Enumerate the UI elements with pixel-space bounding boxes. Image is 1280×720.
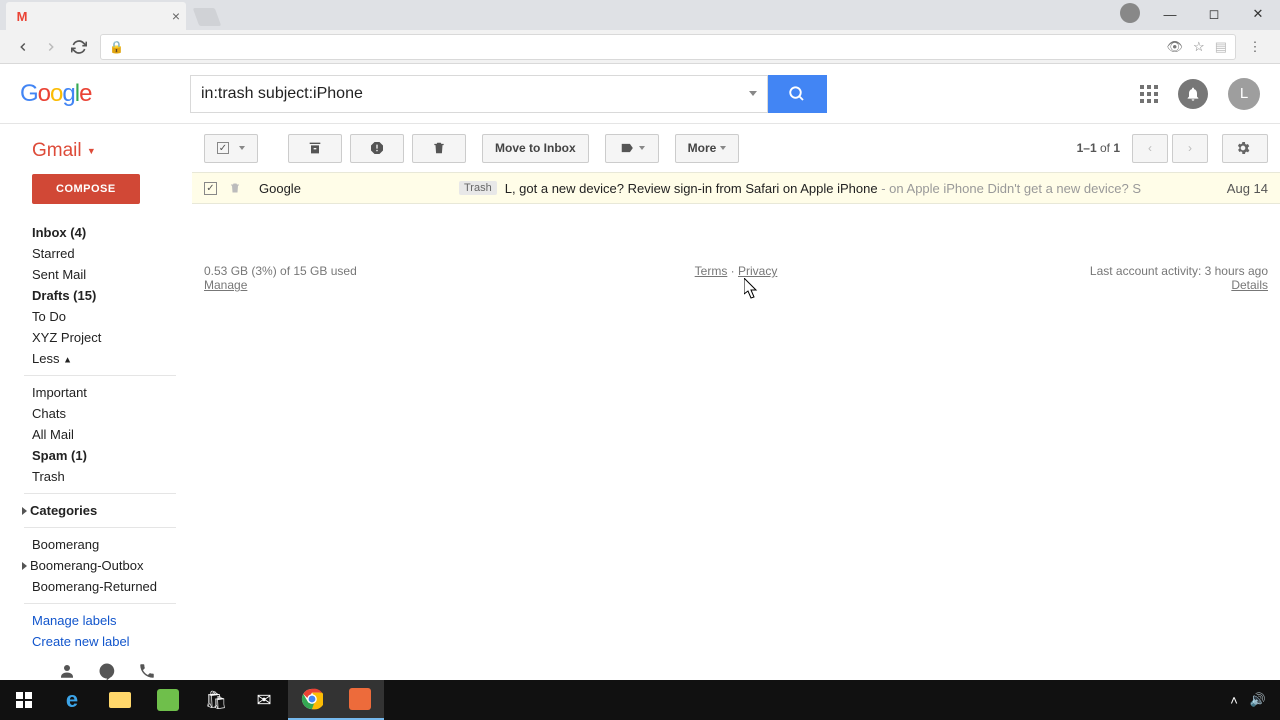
archive-button[interactable] xyxy=(288,134,342,163)
select-dropdown[interactable]: ✓ xyxy=(204,134,258,163)
tray-volume-icon[interactable]: 🔊 xyxy=(1250,692,1266,708)
nav-trash[interactable]: Trash xyxy=(0,466,192,487)
back-button[interactable] xyxy=(10,34,36,60)
browser-tab[interactable]: M × xyxy=(6,2,186,30)
trash-icon xyxy=(229,181,241,195)
nav-xyz[interactable]: XYZ Project xyxy=(0,327,192,348)
nav-boomerang[interactable]: Boomerang xyxy=(0,534,192,555)
settings-button[interactable] xyxy=(1222,134,1268,163)
pagination-text: 1–1 of 1 xyxy=(1077,141,1120,155)
nav-boomerang-returned[interactable]: Boomerang-Returned xyxy=(0,576,192,597)
terms-link[interactable]: Terms xyxy=(695,264,728,278)
subject-line: L, got a new device? Review sign-in from… xyxy=(505,181,1141,196)
trash-label: Trash xyxy=(459,181,497,195)
message-date: Aug 14 xyxy=(1215,181,1268,196)
next-page-button[interactable]: › xyxy=(1172,134,1208,163)
report-spam-button[interactable] xyxy=(350,134,404,163)
delete-button[interactable] xyxy=(412,134,466,163)
chrome-taskbar-icon[interactable] xyxy=(288,680,336,720)
manage-storage-link[interactable]: Manage xyxy=(204,278,247,292)
more-button[interactable]: More xyxy=(675,134,740,163)
browser-tabbar: M × — ◻ ✕ xyxy=(0,0,1280,30)
labels-button[interactable] xyxy=(605,134,659,163)
address-input[interactable]: 🔒 👁 ☆ ▤ xyxy=(100,34,1236,60)
gmail-dropdown[interactable]: Gmail ▼ xyxy=(0,140,192,162)
privacy-link[interactable]: Privacy xyxy=(738,264,777,278)
account-avatar[interactable]: L xyxy=(1228,78,1260,110)
nav-create-label[interactable]: Create new label xyxy=(0,631,192,652)
nav-allmail[interactable]: All Mail xyxy=(0,424,192,445)
hangouts-people-icon[interactable] xyxy=(58,662,76,680)
lock-icon: 🔒 xyxy=(109,40,124,54)
message-row[interactable]: ✓ Google Trash L, got a new device? Revi… xyxy=(192,172,1280,204)
chrome-profile-icon[interactable] xyxy=(1120,3,1140,23)
nav-manage-labels[interactable]: Manage labels xyxy=(0,610,192,631)
compose-button[interactable]: COMPOSE xyxy=(32,174,140,204)
sidebar-footer xyxy=(0,662,192,680)
browser-addressbar: 🔒 👁 ☆ ▤ ⋮ xyxy=(0,30,1280,64)
windows-taskbar: e 🛍 ✉ ˄ 🔊 xyxy=(0,680,1280,720)
star-icon[interactable]: ☆ xyxy=(1193,39,1205,55)
activity-text: Last account activity: 3 hours ago xyxy=(1090,264,1268,278)
explorer-taskbar-icon[interactable] xyxy=(96,680,144,720)
app1-taskbar-icon[interactable] xyxy=(144,680,192,720)
nav-categories[interactable]: Categories xyxy=(0,500,192,521)
reader-icon[interactable]: ▤ xyxy=(1215,39,1227,55)
start-button[interactable] xyxy=(0,680,48,720)
sender-name: Google xyxy=(259,181,459,196)
search-value: in:trash subject:iPhone xyxy=(201,85,363,103)
nav-inbox[interactable]: Inbox (4) xyxy=(0,222,192,243)
main-content: ✓ Move to Inbox More 1–1 of 1 ‹ › ✓ Goog… xyxy=(192,124,1280,718)
hangouts-chat-icon[interactable] xyxy=(98,662,116,680)
window-minimize-icon[interactable]: — xyxy=(1148,0,1192,28)
move-to-inbox-button[interactable]: Move to Inbox xyxy=(482,134,589,163)
gmail-favicon: M xyxy=(14,8,30,24)
nav-sent[interactable]: Sent Mail xyxy=(0,264,192,285)
nav-boomerang-outbox[interactable]: Boomerang-Outbox xyxy=(0,555,192,576)
nav-spam[interactable]: Spam (1) xyxy=(0,445,192,466)
window-maximize-icon[interactable]: ◻ xyxy=(1192,0,1236,28)
window-close-icon[interactable]: ✕ xyxy=(1236,0,1280,28)
google-logo[interactable]: Google xyxy=(20,80,190,108)
search-options-caret-icon[interactable] xyxy=(749,91,757,96)
app2-taskbar-icon[interactable] xyxy=(336,680,384,720)
chrome-menu-icon[interactable]: ⋮ xyxy=(1242,34,1268,60)
prev-page-button[interactable]: ‹ xyxy=(1132,134,1168,163)
nav-starred[interactable]: Starred xyxy=(0,243,192,264)
new-tab-button[interactable] xyxy=(193,8,222,26)
nav-chats[interactable]: Chats xyxy=(0,403,192,424)
details-link[interactable]: Details xyxy=(1231,278,1268,292)
mail-taskbar-icon[interactable]: ✉ xyxy=(240,680,288,720)
nav-drafts[interactable]: Drafts (15) xyxy=(0,285,192,306)
toolbar: ✓ Move to Inbox More 1–1 of 1 ‹ › xyxy=(192,124,1280,172)
tray-chevron-icon[interactable]: ˄ xyxy=(1230,693,1238,708)
search-input[interactable]: in:trash subject:iPhone xyxy=(190,75,768,113)
reload-button[interactable] xyxy=(66,34,92,60)
row-checkbox[interactable]: ✓ xyxy=(204,182,217,195)
footer: 0.53 GB (3%) of 15 GB used Manage Terms … xyxy=(192,264,1280,292)
apps-grid-icon[interactable] xyxy=(1140,85,1158,103)
search-button[interactable] xyxy=(767,75,827,113)
nav-important[interactable]: Important xyxy=(0,382,192,403)
nav-less[interactable]: Less ▲ xyxy=(0,348,192,369)
eye-extension-icon[interactable]: 👁 xyxy=(1167,39,1184,55)
sidebar: Gmail ▼ COMPOSE Inbox (4) Starred Sent M… xyxy=(0,124,192,718)
gmail-header: Google in:trash subject:iPhone L xyxy=(0,64,1280,124)
store-taskbar-icon[interactable]: 🛍 xyxy=(192,680,240,720)
forward-button[interactable] xyxy=(38,34,64,60)
edge-taskbar-icon[interactable]: e xyxy=(48,680,96,720)
nav-todo[interactable]: To Do xyxy=(0,306,192,327)
tab-close-icon[interactable]: × xyxy=(172,8,180,24)
storage-text: 0.53 GB (3%) of 15 GB used xyxy=(204,264,357,278)
hangouts-phone-icon[interactable] xyxy=(138,662,156,680)
notifications-icon[interactable] xyxy=(1178,79,1208,109)
